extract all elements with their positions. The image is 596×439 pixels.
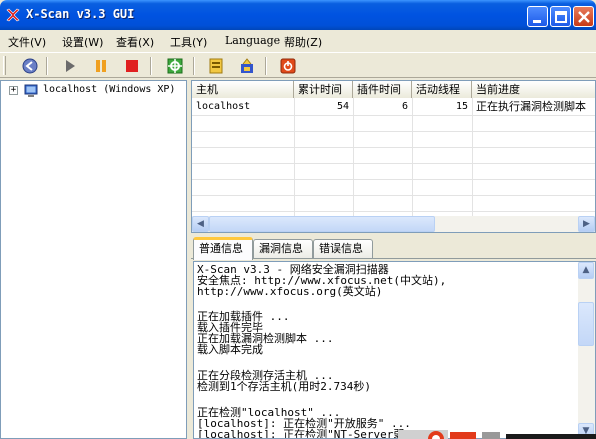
grid-line: [192, 179, 595, 180]
pause-button[interactable]: [90, 55, 112, 77]
partial-overlay-image: [398, 425, 596, 439]
menu-language[interactable]: Language: [225, 34, 280, 47]
exit-button[interactable]: [277, 55, 299, 77]
title-bar[interactable]: X-Scan v3.3 GUI: [0, 0, 596, 30]
grid-line: [192, 195, 595, 196]
cell-total-time: 54: [336, 101, 349, 112]
tab-vuln-info[interactable]: 漏洞信息: [253, 239, 313, 259]
info-tabs: 普通信息 漏洞信息 错误信息: [191, 237, 596, 260]
toolbar-separator: [193, 57, 195, 75]
window-title: X-Scan v3.3 GUI: [26, 7, 135, 21]
toolbar-grip[interactable]: [3, 56, 6, 75]
column-threads[interactable]: 活动线程: [412, 81, 472, 98]
list-horizontal-scrollbar[interactable]: ◀ ▶: [191, 216, 596, 233]
grid-line: [192, 147, 595, 148]
report-button[interactable]: [236, 55, 258, 77]
log-vertical-scrollbar[interactable]: ▲ ▼: [578, 262, 595, 438]
menu-settings[interactable]: 设置(W): [62, 34, 103, 50]
column-plugin-time[interactable]: 插件时间: [353, 81, 412, 98]
tab-error-info[interactable]: 错误信息: [313, 239, 373, 259]
table-row[interactable]: localhost 54 6 15 正在执行漏洞检测脚本: [192, 99, 595, 115]
grid-line: [192, 163, 595, 164]
column-host[interactable]: 主机: [192, 81, 294, 98]
scroll-right-button[interactable]: ▶: [578, 216, 595, 232]
log-line: 载入脚本完成: [197, 343, 263, 356]
cell-plugin-time: 6: [401, 101, 408, 112]
maximize-button[interactable]: [550, 6, 571, 27]
menu-help[interactable]: 帮助(Z): [284, 34, 322, 50]
host-tree[interactable]: + localhost (Windows XP): [0, 80, 187, 439]
grid-line: [192, 115, 595, 116]
tree-expand-toggle[interactable]: +: [9, 86, 18, 95]
column-total-time[interactable]: 累计时间: [294, 81, 353, 98]
config-button[interactable]: [164, 55, 186, 77]
toolbar-separator: [150, 57, 152, 75]
menu-tools[interactable]: 工具(Y): [170, 34, 207, 50]
vuln-button[interactable]: [205, 55, 227, 77]
tab-general-info[interactable]: 普通信息: [193, 237, 253, 260]
toolbar: [0, 52, 596, 78]
xscan-app-icon: [5, 7, 21, 23]
log-line: http://www.xfocus.org(英文站): [197, 285, 383, 298]
log-line: 检测到1个存活主机(用时2.734秒): [197, 380, 371, 393]
scan-progress-list: 主机 累计时间 插件时间 活动线程 当前进度 localhost 54 6 15…: [191, 80, 596, 232]
column-progress[interactable]: 当前进度: [472, 81, 595, 98]
tree-item-localhost[interactable]: localhost (Windows XP): [43, 84, 175, 95]
grid-line: [192, 211, 595, 212]
log-output[interactable]: X-Scan v3.3 - 网络安全漏洞扫描器 安全焦点: http://www…: [193, 261, 596, 439]
start-button[interactable]: [59, 55, 81, 77]
menu-bar: 文件(V) 设置(W) 查看(X) 工具(Y) Language 帮助(Z): [0, 30, 596, 52]
menu-file[interactable]: 文件(V): [8, 34, 46, 50]
scroll-thumb[interactable]: [578, 302, 594, 346]
computer-icon: [23, 83, 39, 99]
connect-button[interactable]: [19, 55, 41, 77]
stop-button[interactable]: [121, 55, 143, 77]
cell-threads: 15: [455, 101, 468, 112]
scroll-up-button[interactable]: ▲: [578, 262, 594, 279]
toolbar-separator: [46, 57, 48, 75]
log-line: [localhost]: 正在检测"NT-Server弱: [197, 428, 405, 439]
minimize-button[interactable]: [527, 6, 548, 27]
scroll-thumb[interactable]: [209, 216, 435, 232]
toolbar-separator: [265, 57, 267, 75]
scroll-left-button[interactable]: ◀: [192, 216, 209, 232]
cell-progress: 正在执行漏洞检测脚本: [476, 100, 586, 113]
menu-view[interactable]: 查看(X): [116, 34, 154, 50]
close-button[interactable]: [573, 6, 594, 27]
list-header: 主机 累计时间 插件时间 活动线程 当前进度: [192, 81, 595, 98]
grid-line: [192, 131, 595, 132]
cell-host: localhost: [196, 101, 251, 112]
